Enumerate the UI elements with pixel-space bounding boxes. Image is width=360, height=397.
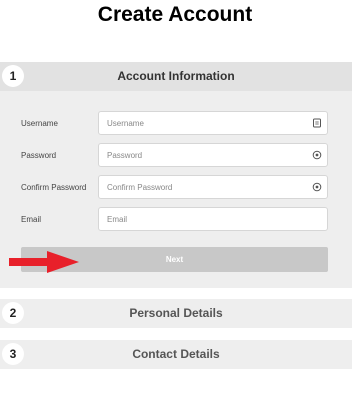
confirm-password-row: Confirm Password <box>0 175 352 201</box>
confirm-password-field-box <box>98 175 328 199</box>
confirm-password-label: Confirm Password <box>21 183 87 192</box>
page-title: Create Account <box>97 3 253 26</box>
step-contact-details[interactable]: Contact Details 3 <box>0 340 352 369</box>
password-row: Password <box>0 143 352 169</box>
email-field-box <box>98 207 328 231</box>
step-title: Account Information <box>117 69 235 83</box>
email-row: Email <box>0 207 352 233</box>
step-number-badge: 2 <box>2 302 24 324</box>
step-header-account-information[interactable]: Account Information 1 <box>0 62 352 91</box>
email-label: Email <box>21 215 42 224</box>
username-label: Username <box>21 119 58 128</box>
step-header-contact-details[interactable]: Contact Details 3 <box>0 340 352 369</box>
email-input[interactable] <box>99 208 307 230</box>
password-input[interactable] <box>99 144 307 166</box>
step-title: Contact Details <box>132 347 220 361</box>
username-input[interactable] <box>99 112 307 134</box>
password-label: Password <box>21 151 57 160</box>
step-personal-details[interactable]: Personal Details 2 <box>0 299 352 328</box>
eye-icon[interactable] <box>312 150 322 160</box>
id-card-icon <box>313 118 321 128</box>
step-title: Personal Details <box>129 306 223 320</box>
confirm-password-input[interactable] <box>99 176 307 198</box>
username-row: Username <box>0 111 352 137</box>
step-number-badge: 1 <box>2 65 24 87</box>
password-field-box <box>98 143 328 167</box>
red-arrow-icon <box>9 251 79 273</box>
username-field-box <box>98 111 328 135</box>
step-header-personal-details[interactable]: Personal Details 2 <box>0 299 352 328</box>
eye-icon[interactable] <box>312 182 322 192</box>
step-number-badge: 3 <box>2 343 24 365</box>
